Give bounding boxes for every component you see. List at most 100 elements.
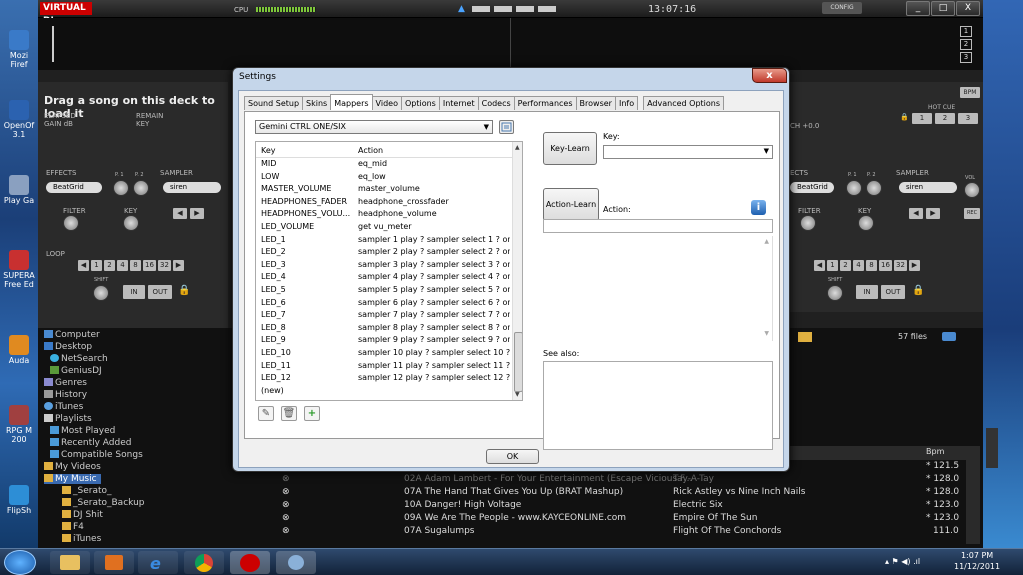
ok-button[interactable]: OK (486, 449, 539, 464)
effect-dropdown[interactable]: BeatGrid (46, 182, 102, 193)
loop-8-button[interactable]: 8 (130, 260, 141, 271)
taskbar-chrome[interactable] (184, 551, 224, 574)
effect-param-1-knob[interactable] (113, 180, 129, 196)
key-knob[interactable] (123, 215, 139, 231)
mapping-row[interactable]: LED_3 sampler 3 play ? sampler select 3 ?… (256, 259, 512, 272)
layout-selector[interactable]: ▲ (458, 4, 578, 14)
tab-info[interactable]: Info (614, 96, 639, 110)
mapping-row[interactable]: LED_2 sampler 2 play ? sampler select 2 ?… (256, 246, 512, 259)
loop-out-button[interactable]: OUT (148, 285, 172, 299)
loop-2-button[interactable]: 2 (104, 260, 115, 271)
rec-button[interactable]: REC (964, 208, 980, 219)
tray-icons[interactable]: ▴ ⚑ ◀) .ıl (885, 557, 920, 566)
tree-item-dj-shit[interactable]: DJ Shit (62, 510, 103, 520)
desktop-icon-super[interactable]: SUPERA Free Ed (2, 250, 36, 289)
tab-skins[interactable]: Skins (302, 96, 332, 110)
config-button[interactable]: CONFIG (822, 2, 862, 14)
mapping-row[interactable]: LED_8 sampler 8 play ? sampler select 8 ?… (256, 322, 512, 335)
taskbar-internet-explorer[interactable]: e (138, 551, 178, 574)
loop-32-button-right[interactable]: 32 (894, 260, 907, 271)
tree-item-recently-added[interactable]: Recently Added (50, 438, 131, 448)
taskbar-virtualdj[interactable] (230, 551, 270, 574)
tab-internet[interactable]: Internet (438, 96, 479, 110)
tab-codecs[interactable]: Codecs (477, 96, 515, 110)
bpm-button[interactable]: BPM (960, 87, 980, 98)
deck-button-1[interactable]: 1 (960, 26, 972, 37)
scroll-down-icon[interactable]: ▼ (515, 391, 520, 398)
key-learn-button[interactable]: Key-Learn (543, 132, 597, 165)
tree-item-serato[interactable]: _Serato_ (62, 486, 112, 496)
deck-button-3[interactable]: 3 (960, 52, 972, 63)
tray-clock[interactable]: 1:07 PM 11/12/2011 (954, 550, 1000, 572)
tree-item-itunes-folder[interactable]: iTunes (62, 534, 101, 544)
mapping-list-scrollbar[interactable]: ▲ ▼ (512, 142, 522, 400)
tree-item-netsearch[interactable]: NetSearch (50, 354, 108, 364)
lock-icon-right[interactable]: 🔒 (900, 113, 909, 121)
key-knob-right[interactable] (858, 215, 874, 231)
tree-item-most-played[interactable]: Most Played (50, 426, 115, 436)
loop-in-button[interactable]: IN (123, 285, 145, 299)
track-row[interactable]: ⊗ 10A Danger! High Voltage Electric Six * 1… (278, 499, 978, 512)
mapping-row[interactable]: LED_6 sampler 6 play ? sampler select 6 ?… (256, 297, 512, 310)
loop-prev-button-right[interactable]: ◀ (814, 260, 825, 271)
tab-options[interactable]: Options (400, 96, 440, 110)
scroll-up-icon[interactable]: ▲ (764, 238, 769, 245)
loop-8-button-right[interactable]: 8 (866, 260, 877, 271)
bpm-column-header[interactable]: Bpm (926, 447, 944, 456)
mapping-row[interactable]: (new) (256, 385, 512, 398)
loop-next-button[interactable]: ▶ (173, 260, 184, 271)
taskbar-settings[interactable] (276, 551, 316, 574)
info-icon[interactable]: i (751, 200, 766, 215)
loop-1-button[interactable]: 1 (91, 260, 102, 271)
effect-dropdown-right[interactable]: BeatGrid (790, 182, 834, 193)
tab-video[interactable]: Video (371, 96, 402, 110)
mapping-row[interactable]: LOW eq_low (256, 171, 512, 184)
mapping-row[interactable]: LED_5 sampler 5 play ? sampler select 5 ?… (256, 284, 512, 297)
mapping-row[interactable]: LED_VOLUME get vu_meter (256, 221, 512, 234)
mapping-row[interactable]: LED_4 sampler 4 play ? sampler select 4 ?… (256, 271, 512, 284)
sampler-next-button[interactable]: ▶ (190, 208, 204, 219)
desktop-icon-openoffice[interactable]: OpenOf 3.1 (2, 100, 36, 139)
tab-performances[interactable]: Performances (513, 96, 577, 110)
sampler-prev-button[interactable]: ◀ (173, 208, 187, 219)
layout-1-icon[interactable] (472, 6, 490, 12)
loop-16-button-right[interactable]: 16 (879, 260, 892, 271)
mapping-row[interactable]: LED_10 sampler 10 play ? sampler select 1… (256, 347, 512, 360)
mapper-device-select[interactable]: Gemini CTRL ONE/SIX ▼ (255, 120, 493, 134)
tab-advanced-options[interactable]: Advanced Options (643, 96, 725, 110)
tree-item-history[interactable]: History (44, 390, 87, 400)
mapping-row[interactable]: MID eq_mid (256, 158, 512, 171)
tree-item-genres[interactable]: Genres (44, 378, 87, 388)
filter-knob[interactable] (63, 215, 79, 231)
action-learn-button[interactable]: Action-Learn (543, 188, 599, 221)
lock-icon[interactable]: 🔒 (178, 285, 190, 296)
scrollbar-thumb[interactable] (514, 332, 522, 392)
hot-cue-1-button[interactable]: 1 (912, 113, 932, 124)
mapping-row[interactable]: LED_9 sampler 9 play ? sampler select 9 ?… (256, 334, 512, 347)
minimize-button[interactable]: _ (906, 1, 930, 16)
loop-1-button-right[interactable]: 1 (827, 260, 838, 271)
loop-4-button[interactable]: 4 (117, 260, 128, 271)
lock-icon-right-loop[interactable]: 🔒 (912, 285, 924, 296)
scroll-up-icon[interactable]: ▲ (515, 144, 520, 151)
tree-item-my-music[interactable]: My Music (44, 474, 101, 484)
sampler-dropdown[interactable]: siren (163, 182, 221, 193)
action-input[interactable] (543, 219, 773, 233)
action-text-area[interactable]: ▲ ▼ (543, 236, 773, 341)
action-column-header[interactable]: Action (358, 145, 510, 157)
track-row[interactable]: ⊗ 02A Adam Lambert - For Your Entertainme… (278, 473, 978, 486)
tree-item-computer[interactable]: Computer (44, 330, 100, 340)
sampler-dropdown-right[interactable]: siren (899, 182, 957, 193)
hot-cue-2-button[interactable]: 2 (935, 113, 955, 124)
effect-param-2-knob-right[interactable] (866, 180, 882, 196)
sampler-volume-knob[interactable] (964, 182, 980, 198)
layout-4-icon[interactable] (538, 6, 556, 12)
mapping-row[interactable]: LED_7 sampler 7 play ? sampler select 7 ?… (256, 309, 512, 322)
scroll-down-icon[interactable]: ▼ (764, 330, 769, 337)
desktop-icon-flipshare[interactable]: FlipSh (2, 485, 36, 515)
tree-item-compatible-songs[interactable]: Compatible Songs (50, 450, 143, 460)
start-button[interactable] (4, 550, 36, 575)
layout-3-icon[interactable] (516, 6, 534, 12)
mapping-row[interactable]: HEADPHONES_FADER headphone_crossfader (256, 196, 512, 209)
taskbar-media-player[interactable] (94, 551, 134, 574)
